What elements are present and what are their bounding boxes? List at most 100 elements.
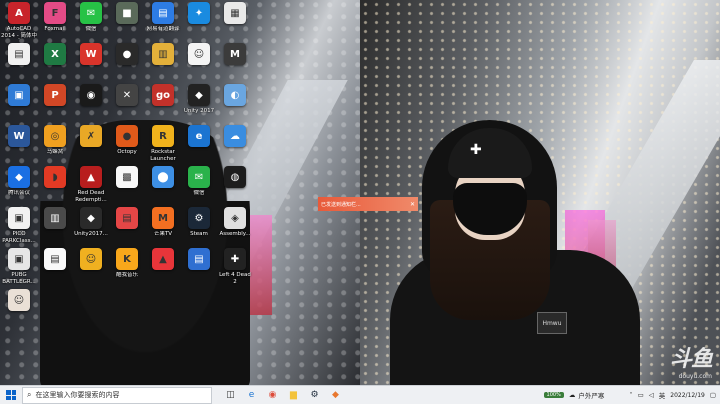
battery-pill[interactable]: 100% xyxy=(543,392,564,398)
app-icon: A xyxy=(8,2,30,24)
desktop-icon[interactable]: ◐ xyxy=(218,84,252,108)
desktop-icon-label: Unity2017... xyxy=(74,231,108,237)
desktop-icon[interactable]: ◍ xyxy=(218,166,252,190)
app-icon: ▣ xyxy=(8,84,30,106)
folder-icon[interactable]: ▆ xyxy=(285,387,302,404)
desktop-icon[interactable]: M xyxy=(218,43,252,67)
system-tray: 100% ☁ 户外严寒 ˄ ▭ ◁ 英 2022/12/19 ▢ xyxy=(543,390,720,400)
desktop-icon[interactable]: F Foxmail xyxy=(38,2,72,33)
desktop-icon[interactable]: ▤ xyxy=(182,248,216,272)
app-icon: ▣ xyxy=(8,248,30,270)
desktop-icon[interactable]: ◉ xyxy=(74,84,108,108)
task-view-icon[interactable]: ◫ xyxy=(222,387,239,404)
beanie-cross-icon: ✚ xyxy=(470,142,482,158)
app-icon: ☺ xyxy=(188,43,210,65)
desktop-icon[interactable]: ▦ xyxy=(218,2,252,26)
app-icon: M xyxy=(224,43,246,65)
desktop-icon[interactable]: R Rockstar Launcher xyxy=(146,125,180,162)
desktop-icon-label: 腾讯会议 xyxy=(7,190,30,196)
desktop-icon[interactable]: X xyxy=(38,43,72,67)
close-icon[interactable]: ✕ xyxy=(410,201,415,208)
app-icon: ◍ xyxy=(224,166,246,188)
desktop-icon-label: 微信 xyxy=(193,190,205,196)
app-icon: ✗ xyxy=(80,125,102,147)
weather-text: 户外严寒 xyxy=(578,392,605,400)
desktop-icon[interactable]: ■ xyxy=(110,2,144,26)
desktop-icon[interactable]: ✦ xyxy=(182,2,216,26)
desktop-icon[interactable]: ● Octopy xyxy=(110,125,144,156)
desktop-icon[interactable]: ◆ Unity2017... xyxy=(74,207,108,238)
desktop-icon[interactable]: ☺ xyxy=(2,289,36,313)
app-icon: ⚙ xyxy=(188,207,210,229)
desktop-icon[interactable]: ◆ 腾讯会议 xyxy=(2,166,36,197)
notification-banner[interactable]: 已发送到通知栏... ✕ xyxy=(318,197,418,211)
desktop-icon[interactable]: W xyxy=(2,125,36,149)
desktop-icon[interactable]: W xyxy=(74,43,108,67)
taskbar: ⌕ 在这里输入你要搜索的内容 ◫ e ◉ ▆ ⚙ ◆ 100% ☁ 户外严寒 ˄ ▭ ◁ … xyxy=(0,385,720,404)
desktop-icon-label: Octopy xyxy=(117,149,137,155)
app-icon: ☺ xyxy=(8,289,30,311)
app-icon[interactable]: ◆ xyxy=(327,387,344,404)
desktop-icon-label: 芒果TV xyxy=(153,231,173,237)
notification-center-icon[interactable]: ▢ xyxy=(710,391,716,399)
desktop-icon[interactable]: ▤ xyxy=(110,207,144,231)
app-icon: W xyxy=(8,125,30,147)
start-button[interactable] xyxy=(0,386,22,404)
desktop-icon[interactable]: go xyxy=(146,84,180,108)
desktop-icon[interactable]: ▤ xyxy=(38,248,72,272)
desktop-icon[interactable]: ☺ xyxy=(182,43,216,67)
desktop-icon[interactable]: P xyxy=(38,84,72,108)
input-method-indicator[interactable]: 英 xyxy=(659,390,666,400)
app-icon: W xyxy=(80,43,102,65)
desktop-icon[interactable]: ▣ PICO PARKClass... xyxy=(2,207,36,244)
desktop-icon[interactable]: e xyxy=(182,125,216,149)
desktop-icon[interactable]: ☁ xyxy=(218,125,252,149)
desktop-icon[interactable]: ▤ xyxy=(2,43,36,67)
camera-view: ✚ Hmwu xyxy=(360,0,720,385)
desktop-icon[interactable]: K 酷我音乐 xyxy=(110,248,144,279)
desktop-icon[interactable]: ◈ Assembly... xyxy=(218,207,252,238)
desktop-icon[interactable]: ▤ 网易有道翻译 xyxy=(146,2,180,33)
desktop-icon[interactable]: ● xyxy=(110,43,144,67)
desktop-icon[interactable]: ⚙ Steam xyxy=(182,207,216,238)
desktop-icon[interactable]: ▣ xyxy=(2,84,36,108)
desktop-icon[interactable]: A AutoCAD 2014 - 简体中文 xyxy=(1,2,37,39)
app-icon: ☺ xyxy=(80,248,102,270)
edge-icon[interactable]: e xyxy=(243,387,260,404)
desktop-icon[interactable]: ▥ xyxy=(146,43,180,67)
app-icon: ✉ xyxy=(80,2,102,24)
desktop-icon[interactable]: ⬤ xyxy=(146,166,180,190)
desktop-icon[interactable]: ✉ 微信 xyxy=(182,166,216,197)
weather-widget[interactable]: ☁ 户外严寒 xyxy=(569,390,605,400)
search-placeholder: 在这里输入你要搜索的内容 xyxy=(35,391,120,399)
chrome-icon[interactable]: ◉ xyxy=(264,387,281,404)
desktop-icon[interactable]: ◗ xyxy=(38,166,72,190)
steam-icon[interactable]: ⚙ xyxy=(306,387,323,404)
app-icon: P xyxy=(44,84,66,106)
app-icon: ☁ xyxy=(224,125,246,147)
clock-date: 2022/12/19 xyxy=(670,391,705,399)
desktop-icon[interactable]: ✗ xyxy=(74,125,108,149)
desktop-icon[interactable]: ▲ Red Dead Redempti... xyxy=(74,166,108,203)
desktop-icon[interactable]: ✕ xyxy=(110,84,144,108)
volume-icon[interactable]: ◁ xyxy=(649,391,654,399)
chevron-up-icon[interactable]: ˄ xyxy=(629,391,632,399)
desktop-icon[interactable]: ☺ xyxy=(74,248,108,272)
network-icon[interactable]: ▭ xyxy=(638,391,644,399)
desktop-icon[interactable]: ▩ xyxy=(110,166,144,190)
clock[interactable]: 2022/12/19 xyxy=(670,392,705,399)
desktop-icon[interactable]: ✚ Left 4 Dead 2 xyxy=(218,248,252,285)
desktop-icon[interactable]: M 芒果TV xyxy=(146,207,180,238)
desktop-icon[interactable]: ▣ PUBG BATTLEGR... xyxy=(2,248,36,285)
app-icon: ✦ xyxy=(188,2,210,24)
desktop-icon-label: PICO PARKClass... xyxy=(2,231,36,244)
desktop-icon[interactable]: ✉ 微信 xyxy=(74,2,108,33)
desktop-icon[interactable]: ▲ xyxy=(146,248,180,272)
app-icon: ■ xyxy=(116,2,138,24)
taskbar-search-box[interactable]: ⌕ 在这里输入你要搜索的内容 xyxy=(22,386,212,404)
app-icon: e xyxy=(188,125,210,147)
desktop-icon[interactable]: ◆ Unity 2017 xyxy=(182,84,216,115)
desktop-icon[interactable]: ▥ xyxy=(38,207,72,231)
desktop-icon[interactable]: ◎ 马蜂窝 xyxy=(38,125,72,156)
app-icon: R xyxy=(152,125,174,147)
